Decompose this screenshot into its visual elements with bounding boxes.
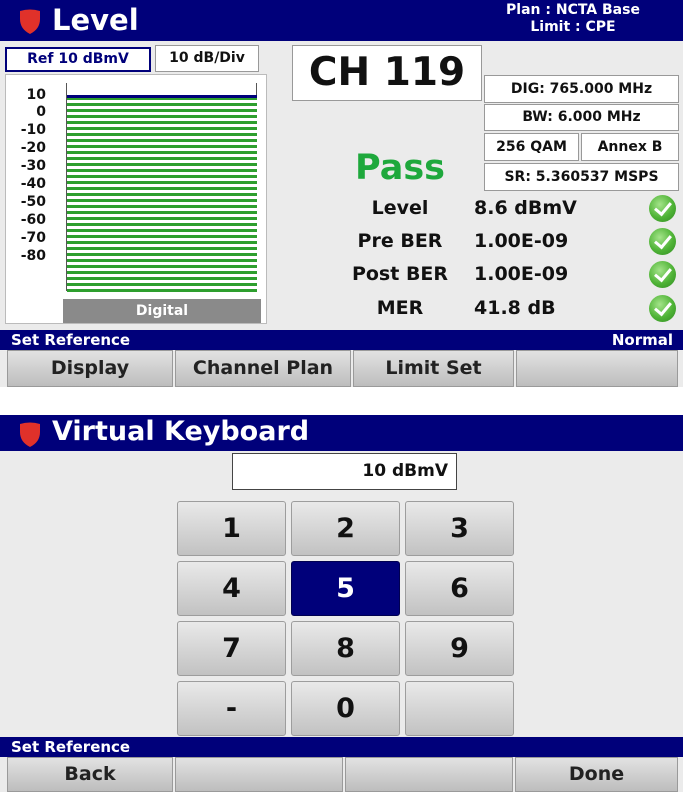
y-tick: 0 bbox=[36, 104, 46, 120]
limit-label: Limit : CPE bbox=[530, 19, 616, 35]
screen-title: Virtual Keyboard bbox=[52, 416, 310, 447]
title-bar: Virtual Keyboard bbox=[0, 415, 683, 451]
display-button[interactable]: Display bbox=[7, 350, 173, 387]
key-3[interactable]: 3 bbox=[405, 501, 514, 556]
measurement-value: 8.6 dBmV bbox=[474, 197, 577, 219]
key-5[interactable]: 5 bbox=[291, 561, 400, 616]
measurement-row-post-ber: Post BER 1.00E-09 bbox=[300, 258, 680, 290]
measurement-value: 1.00E-09 bbox=[474, 230, 569, 252]
modulation: 256 QAM bbox=[484, 133, 579, 161]
right-scale bbox=[256, 83, 264, 291]
left-scale bbox=[59, 83, 67, 291]
done-button[interactable]: Done bbox=[515, 757, 678, 792]
level-bars bbox=[67, 97, 257, 295]
softkey-bar: Display Channel Plan Limit Set bbox=[0, 350, 683, 387]
key-2[interactable]: 2 bbox=[291, 501, 400, 556]
measurement-value: 41.8 dB bbox=[474, 297, 556, 319]
key-minus[interactable]: - bbox=[177, 681, 286, 736]
measurement-label: Pre BER bbox=[357, 230, 443, 252]
bandwidth: BW: 6.000 MHz bbox=[484, 104, 679, 131]
reference-tab[interactable]: Ref 10 dBmV bbox=[5, 47, 151, 72]
key-6[interactable]: 6 bbox=[405, 561, 514, 616]
channel-box[interactable]: CH 119 bbox=[292, 45, 482, 101]
y-tick: -20 bbox=[20, 140, 46, 156]
plan-label: Plan : NCTA Base bbox=[506, 2, 640, 18]
symbol-rate: SR: 5.360537 MSPS bbox=[484, 163, 679, 191]
key-7[interactable]: 7 bbox=[177, 621, 286, 676]
blank-softkey[interactable] bbox=[516, 350, 678, 387]
scale-tab[interactable]: 10 dB/Div bbox=[155, 45, 259, 72]
check-circle-icon bbox=[649, 228, 676, 255]
reference-line bbox=[67, 95, 257, 98]
check-circle-icon bbox=[649, 295, 676, 322]
key-8[interactable]: 8 bbox=[291, 621, 400, 676]
value-input[interactable]: 10 dBmV bbox=[232, 453, 457, 490]
measurement-row-pre-ber: Pre BER 1.00E-09 bbox=[300, 225, 680, 257]
blank-softkey[interactable] bbox=[345, 757, 513, 792]
y-tick: -30 bbox=[20, 158, 46, 174]
status-bar: Set Reference bbox=[0, 737, 683, 757]
y-tick: -60 bbox=[20, 212, 46, 228]
level-meter: 10 0 -10 -20 -30 -40 -50 -60 -70 -80 Dig… bbox=[5, 74, 267, 324]
y-tick: -50 bbox=[20, 194, 46, 210]
keyboard-screen: Virtual Keyboard 10 dBmV 1 2 3 4 5 6 7 8… bbox=[0, 415, 683, 792]
key-1[interactable]: 1 bbox=[177, 501, 286, 556]
title-bar: Level Plan : NCTA Base Limit : CPE bbox=[0, 0, 683, 41]
status-text: Set Reference bbox=[11, 738, 131, 756]
softkey-bar: Back Done bbox=[0, 757, 683, 792]
measurement-label: Post BER bbox=[351, 263, 449, 285]
level-screen: Level Plan : NCTA Base Limit : CPE Ref 1… bbox=[0, 0, 683, 387]
check-circle-icon bbox=[649, 261, 676, 288]
measurement-row-mer: MER 41.8 dB bbox=[300, 292, 680, 324]
key-0[interactable]: 0 bbox=[291, 681, 400, 736]
check-circle-icon bbox=[649, 195, 676, 222]
back-button[interactable]: Back bbox=[7, 757, 173, 792]
channel-plan-button[interactable]: Channel Plan bbox=[175, 350, 351, 387]
y-tick: -10 bbox=[20, 122, 46, 138]
screen-title: Level bbox=[52, 3, 139, 37]
measurement-value: 1.00E-09 bbox=[474, 263, 569, 285]
mode-text: Normal bbox=[611, 331, 673, 349]
key-9[interactable]: 9 bbox=[405, 621, 514, 676]
key-blank[interactable] bbox=[405, 681, 514, 736]
blank-softkey[interactable] bbox=[175, 757, 343, 792]
status-bar: Set Reference Normal bbox=[0, 330, 683, 350]
measurement-label: Level bbox=[371, 197, 429, 219]
y-tick: -40 bbox=[20, 176, 46, 192]
signal-type-label: Digital bbox=[63, 299, 261, 323]
limit-set-button[interactable]: Limit Set bbox=[353, 350, 514, 387]
status-text: Set Reference bbox=[11, 331, 131, 349]
pass-status: Pass bbox=[355, 148, 445, 188]
shield-logo-icon bbox=[20, 9, 40, 34]
dig-frequency: DIG: 765.000 MHz bbox=[484, 75, 679, 103]
measurement-row-level: Level 8.6 dBmV bbox=[300, 192, 680, 224]
measurement-label: MER bbox=[376, 297, 424, 319]
y-tick: 10 bbox=[26, 87, 46, 103]
y-tick: -70 bbox=[20, 230, 46, 246]
plan-info: Plan : NCTA Base Limit : CPE bbox=[473, 2, 673, 36]
shield-logo-icon bbox=[20, 422, 40, 447]
annex: Annex B bbox=[581, 133, 679, 161]
y-tick: -80 bbox=[20, 248, 46, 264]
key-4[interactable]: 4 bbox=[177, 561, 286, 616]
